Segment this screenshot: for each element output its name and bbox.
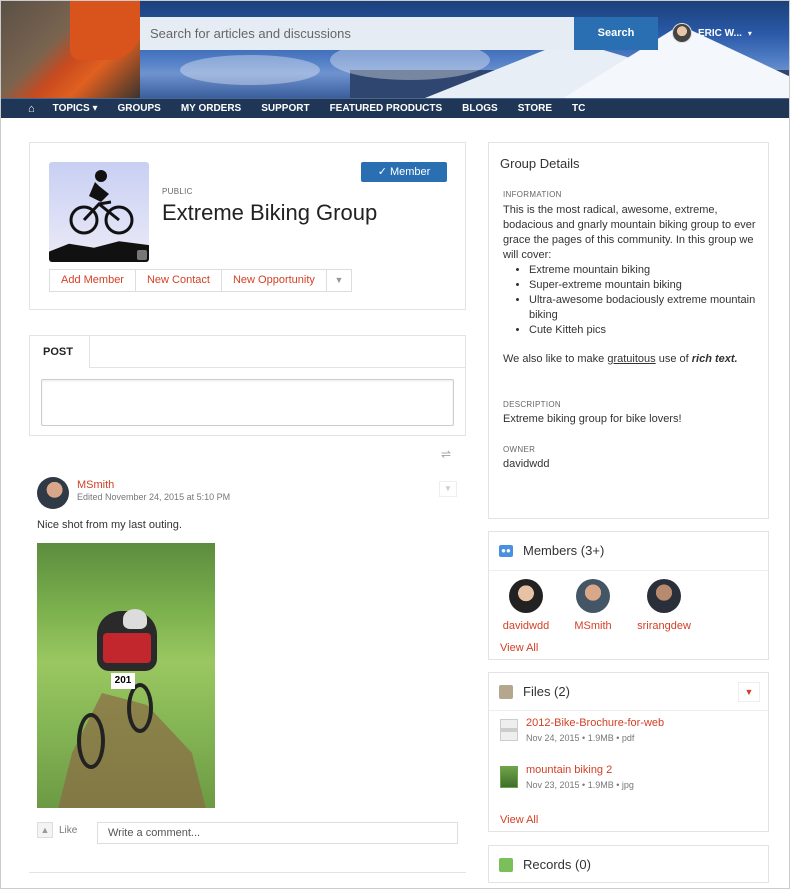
- group-photo[interactable]: [49, 162, 149, 262]
- members-heading: Members (3+): [523, 543, 605, 558]
- group-details-heading: Group Details: [500, 156, 580, 171]
- user-name: ERIC W...: [698, 27, 742, 39]
- members-view-all-link[interactable]: View All: [500, 642, 538, 654]
- nav-item-my-orders[interactable]: MY ORDERS: [181, 103, 241, 114]
- main-nav: ⌂ TOPICS ▾ GROUPS MY ORDERS SUPPORT FEAT…: [0, 98, 790, 118]
- camera-icon[interactable]: [137, 250, 147, 260]
- member-item[interactable]: srirangdew: [629, 579, 699, 632]
- owner-label: OWNER: [503, 445, 536, 454]
- nav-item-groups[interactable]: GROUPS: [118, 103, 161, 114]
- information-text: This is the most radical, awesome, extre…: [503, 204, 756, 261]
- information-label: INFORMATION: [503, 190, 562, 199]
- file-thumbnail: [500, 719, 518, 741]
- avatar[interactable]: [37, 477, 69, 509]
- rich-text: We also like to make gratuitous use of r…: [503, 353, 738, 365]
- list-item: Ultra-awesome bodaciously extreme mounta…: [529, 293, 759, 323]
- group-header-card: PUBLIC Extreme Biking Group ✓ Member Add…: [29, 142, 466, 310]
- group-actions: Add Member New Contact New Opportunity ▼: [49, 269, 352, 292]
- list-item: Extreme mountain biking: [529, 263, 759, 278]
- group-visibility: PUBLIC: [162, 187, 193, 196]
- chevron-down-icon[interactable]: ▼: [439, 481, 457, 497]
- comment-input[interactable]: Write a comment...: [97, 822, 458, 844]
- member-name: davidwdd: [502, 620, 550, 632]
- avatar: [509, 579, 543, 613]
- user-avatar: [672, 23, 692, 43]
- member-item[interactable]: davidwdd: [491, 579, 561, 632]
- records-icon: [499, 857, 513, 872]
- feed-timestamp: Edited November 24, 2015 at 5:10 PM: [77, 492, 231, 502]
- group-details-card: Group Details INFORMATION This is the mo…: [488, 142, 769, 519]
- post-input[interactable]: [41, 379, 454, 426]
- like-button[interactable]: ▲ Like: [37, 822, 77, 838]
- thumbs-up-icon: ▲: [37, 822, 53, 838]
- records-card: Records (0): [488, 845, 769, 883]
- nav-item-featured-products[interactable]: FEATURED PRODUCTS: [330, 103, 443, 114]
- member-button[interactable]: ✓ Member: [361, 162, 447, 182]
- file-name[interactable]: mountain biking 2: [526, 764, 612, 776]
- files-view-all-link[interactable]: View All: [500, 814, 538, 826]
- search-button[interactable]: Search: [574, 17, 658, 50]
- nav-item-blogs[interactable]: BLOGS: [462, 103, 498, 114]
- chevron-down-icon[interactable]: ▼: [738, 682, 760, 702]
- feed-author[interactable]: MSmith: [77, 479, 114, 491]
- file-thumbnail: [500, 766, 518, 788]
- publisher: POST: [29, 335, 466, 436]
- files-heading: Files (2): [523, 684, 570, 699]
- description-text: Extreme biking group for bike lovers!: [503, 413, 682, 425]
- member-name: MSmith: [574, 620, 612, 632]
- add-member-button[interactable]: Add Member: [50, 270, 136, 291]
- list-item: Super-extreme mountain biking: [529, 278, 759, 293]
- sort-icon[interactable]: ⇌: [441, 447, 451, 461]
- new-opportunity-button[interactable]: New Opportunity: [222, 270, 327, 291]
- avatar: [576, 579, 610, 613]
- like-label: Like: [59, 824, 78, 836]
- race-number: 201: [111, 673, 135, 689]
- feed-photo[interactable]: 201: [37, 543, 215, 808]
- file-icon: [499, 684, 513, 699]
- nav-item-tc[interactable]: TC: [572, 103, 585, 114]
- search-input[interactable]: Search for articles and discussions: [140, 17, 574, 50]
- people-icon: ●●: [499, 544, 513, 557]
- gratuitous-link[interactable]: gratuitous: [607, 353, 655, 365]
- nav-item-store[interactable]: STORE: [518, 103, 552, 114]
- members-card: ●● Members (3+) davidwdd MSmith srirangd…: [488, 531, 769, 660]
- topic-list: Extreme mountain biking Super-extreme mo…: [529, 263, 759, 338]
- avatar: [647, 579, 681, 613]
- list-item: Cute Kitteh pics: [529, 323, 759, 338]
- file-meta: Nov 23, 2015 • 1.9MB • jpg: [526, 780, 634, 790]
- feed-text: Nice shot from my last outing.: [37, 519, 182, 531]
- new-contact-button[interactable]: New Contact: [136, 270, 222, 291]
- group-title: Extreme Biking Group: [162, 200, 378, 225]
- records-heading: Records (0): [523, 857, 591, 872]
- nav-item-topics[interactable]: TOPICS ▾: [53, 103, 98, 114]
- member-name: srirangdew: [637, 620, 691, 632]
- user-menu[interactable]: ERIC W... ▾: [672, 22, 752, 44]
- file-meta: Nov 24, 2015 • 1.9MB • pdf: [526, 733, 635, 743]
- files-card: Files (2) ▼ 2012-Bike-Brochure-for-web N…: [488, 672, 769, 832]
- chevron-down-icon: ▾: [747, 28, 752, 38]
- nav-item-support[interactable]: SUPPORT: [261, 103, 309, 114]
- description-label: DESCRIPTION: [503, 400, 561, 409]
- member-item[interactable]: MSmith: [558, 579, 628, 632]
- home-icon[interactable]: ⌂: [28, 103, 35, 115]
- owner-text: davidwdd: [503, 458, 550, 470]
- feed-item: MSmith Edited November 24, 2015 at 5:10 …: [29, 465, 466, 873]
- chevron-down-icon[interactable]: ▼: [327, 270, 351, 291]
- file-name[interactable]: 2012-Bike-Brochure-for-web: [526, 717, 664, 729]
- tab-post[interactable]: POST: [30, 336, 90, 368]
